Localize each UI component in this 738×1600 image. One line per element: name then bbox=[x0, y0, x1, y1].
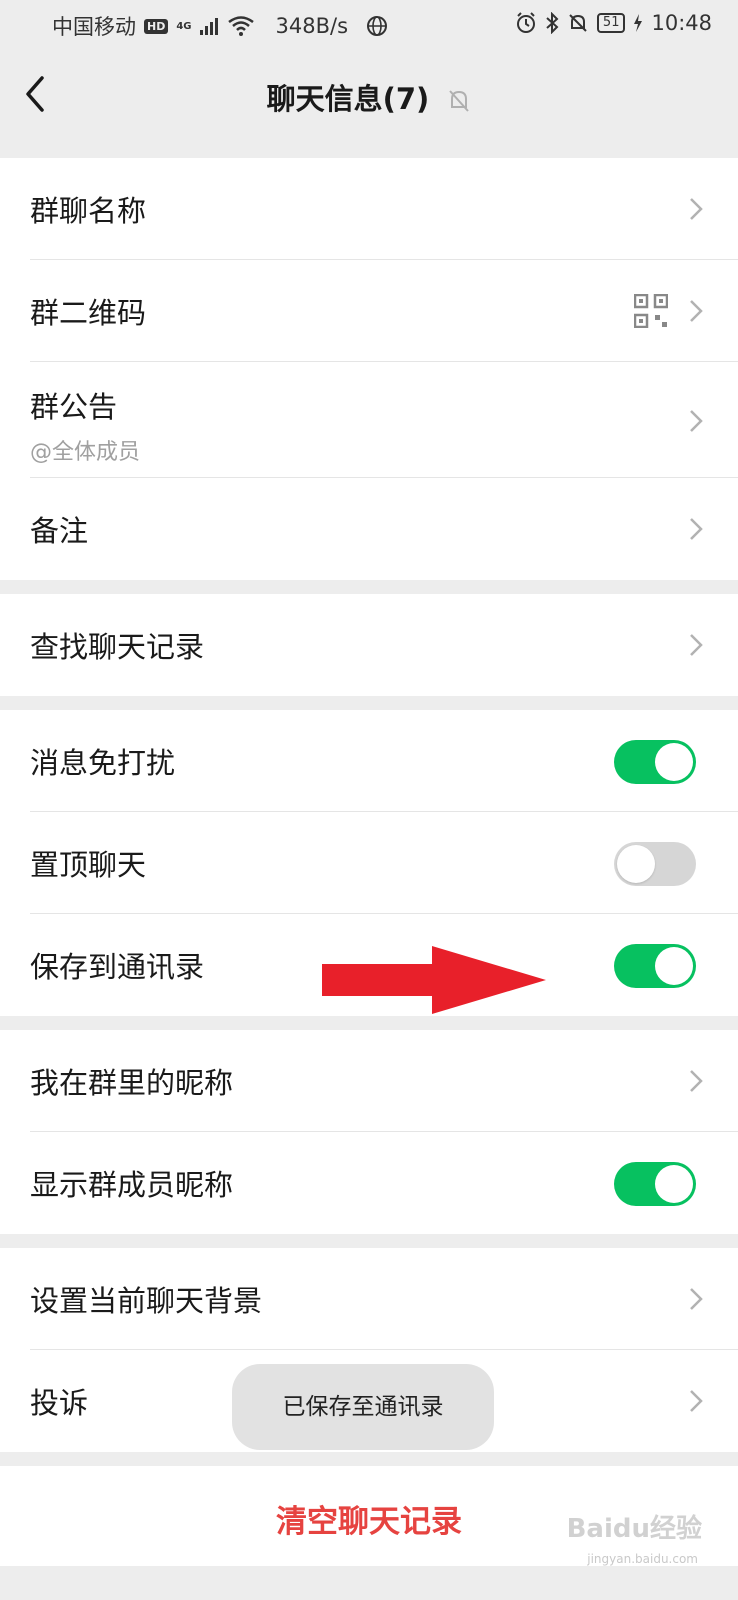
clock: 10:48 bbox=[651, 11, 712, 35]
toggle-knob bbox=[655, 743, 693, 781]
row-group-name[interactable]: 群聊名称 bbox=[0, 158, 738, 260]
red-arrow-annotation bbox=[322, 946, 546, 1014]
chevron-right-icon bbox=[690, 1070, 703, 1092]
status-bar: 中国移动 HD 4G 348B/s 51 10:48 bbox=[0, 0, 738, 50]
qr-code-icon bbox=[634, 294, 668, 328]
toggle-knob bbox=[655, 947, 693, 985]
pin-chat-toggle[interactable] bbox=[614, 842, 696, 886]
charging-icon bbox=[634, 14, 643, 32]
wifi-icon bbox=[227, 16, 254, 36]
pin-chat-label: 置顶聊天 bbox=[30, 848, 147, 882]
save-to-contacts-label: 保存到通讯录 bbox=[30, 950, 205, 984]
row-chat-background[interactable]: 设置当前聊天背景 bbox=[0, 1248, 738, 1350]
alarm-icon bbox=[516, 12, 535, 33]
group-qr-label: 群二维码 bbox=[30, 296, 147, 330]
status-right: 51 10:48 bbox=[515, 11, 712, 35]
page-title: 聊天信息(7) bbox=[0, 76, 738, 118]
search-section: 查找聊天记录 bbox=[0, 594, 738, 696]
show-member-nicknames-label: 显示群成员昵称 bbox=[30, 1168, 234, 1202]
remark-label: 备注 bbox=[30, 514, 89, 548]
chevron-right-icon bbox=[690, 518, 703, 540]
mute-bell-icon bbox=[569, 14, 587, 32]
signal-icon bbox=[199, 18, 218, 35]
toggle-knob bbox=[655, 1165, 693, 1203]
chevron-right-icon bbox=[690, 1390, 703, 1412]
chevron-right-icon bbox=[690, 198, 703, 220]
battery-indicator: 51 bbox=[596, 13, 626, 33]
nickname-section: 我在群里的昵称 显示群成员昵称 bbox=[0, 1030, 738, 1234]
toast-message: 已保存至通讯录 bbox=[232, 1364, 494, 1450]
hd-badge: HD bbox=[144, 18, 169, 34]
row-my-nickname[interactable]: 我在群里的昵称 bbox=[0, 1030, 738, 1132]
chevron-right-icon bbox=[690, 300, 703, 322]
group-notice-label: 群公告 bbox=[30, 390, 118, 424]
show-member-nicknames-toggle[interactable] bbox=[614, 1162, 696, 1206]
page-title-text: 聊天信息(7) bbox=[266, 82, 430, 116]
baidu-watermark: Baidu经验 bbox=[566, 1514, 702, 1544]
group-name-label: 群聊名称 bbox=[30, 194, 147, 228]
row-pin-chat: 置顶聊天 bbox=[0, 812, 738, 914]
muted-bell-icon bbox=[449, 90, 470, 112]
chevron-right-icon bbox=[690, 634, 703, 656]
chevron-right-icon bbox=[690, 410, 703, 432]
carrier-name: 中国移动 bbox=[52, 15, 136, 39]
group-notice-sublabel: @全体成员 bbox=[30, 440, 141, 465]
status-left: 中国移动 HD 4G 348B/s bbox=[52, 11, 388, 41]
row-group-notice[interactable]: 群公告 @全体成员 bbox=[0, 362, 738, 478]
row-group-qr[interactable]: 群二维码 bbox=[0, 260, 738, 362]
row-remark[interactable]: 备注 bbox=[0, 478, 738, 580]
my-nickname-label: 我在群里的昵称 bbox=[30, 1066, 234, 1100]
complain-label: 投诉 bbox=[30, 1386, 89, 1420]
network-speed: 348B/s bbox=[275, 14, 349, 38]
globe-icon bbox=[367, 16, 388, 36]
do-not-disturb-label: 消息免打扰 bbox=[30, 746, 176, 780]
chevron-right-icon bbox=[690, 1288, 703, 1310]
row-do-not-disturb: 消息免打扰 bbox=[0, 710, 738, 812]
nav-bar: 聊天信息(7) bbox=[0, 50, 738, 136]
network-type: 4G bbox=[176, 20, 192, 32]
row-show-member-nicknames: 显示群成员昵称 bbox=[0, 1132, 738, 1234]
row-search-history[interactable]: 查找聊天记录 bbox=[0, 594, 738, 696]
do-not-disturb-toggle[interactable] bbox=[614, 740, 696, 784]
search-history-label: 查找聊天记录 bbox=[30, 630, 205, 664]
toggle-knob bbox=[617, 845, 655, 883]
baidu-watermark-url: jingyan.baidu.com bbox=[587, 1552, 698, 1566]
group-info-section: 群聊名称 群二维码 群公告 @全体成员 备注 bbox=[0, 158, 738, 580]
chat-background-label: 设置当前聊天背景 bbox=[30, 1284, 263, 1318]
bluetooth-icon bbox=[546, 12, 559, 34]
save-to-contacts-toggle[interactable] bbox=[614, 944, 696, 988]
